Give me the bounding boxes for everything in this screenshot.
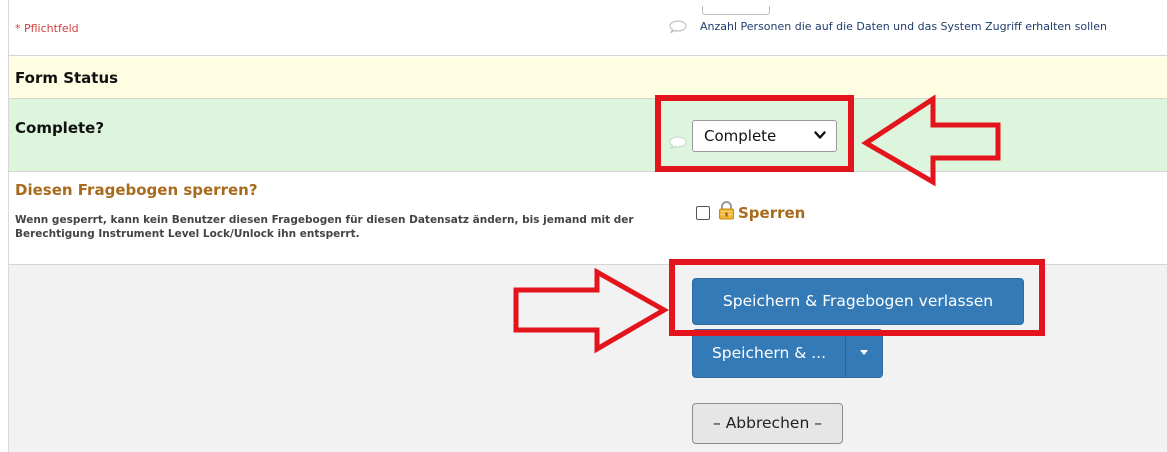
- highlight-box-status: [655, 95, 854, 172]
- annotation-overlay: [513, 94, 1045, 354]
- arrow-left-icon: [861, 94, 1001, 187]
- arrow-right-icon: [513, 267, 670, 354]
- highlight-box-save: [669, 259, 1045, 336]
